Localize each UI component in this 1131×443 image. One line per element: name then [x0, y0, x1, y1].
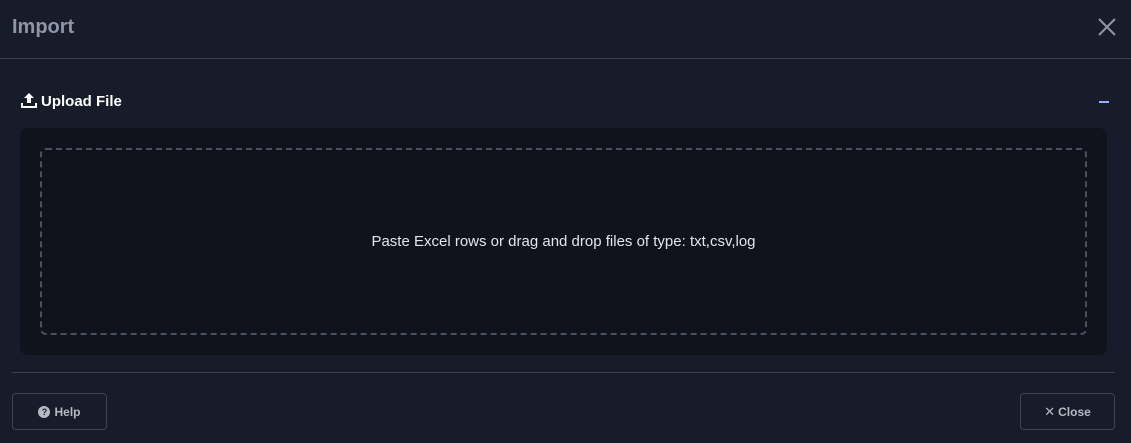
dialog-title: Import	[12, 16, 75, 38]
collapse-button[interactable]	[1097, 92, 1111, 110]
upload-icon	[20, 92, 38, 110]
section-title: Upload File	[41, 93, 122, 110]
question-circle-icon: ?	[38, 405, 51, 418]
file-dropzone[interactable]: Paste Excel rows or drag and drop files …	[40, 148, 1087, 335]
dropzone-text: Paste Excel rows or drag and drop files …	[371, 232, 756, 250]
close-label: Close	[1058, 404, 1091, 419]
help-button[interactable]: ? Help	[12, 393, 107, 430]
dialog-header: Import	[0, 0, 1131, 59]
x-icon: ✕	[1044, 403, 1056, 419]
upload-panel: Paste Excel rows or drag and drop files …	[20, 128, 1107, 355]
upload-section-header: Upload File	[20, 92, 1111, 112]
close-button[interactable]: ✕ Close	[1020, 393, 1115, 430]
import-dialog: Import Upload File Paste Excel rows or d…	[0, 0, 1131, 443]
help-label: Help	[54, 404, 81, 419]
footer-divider	[12, 372, 1115, 373]
close-icon[interactable]	[1097, 17, 1117, 37]
